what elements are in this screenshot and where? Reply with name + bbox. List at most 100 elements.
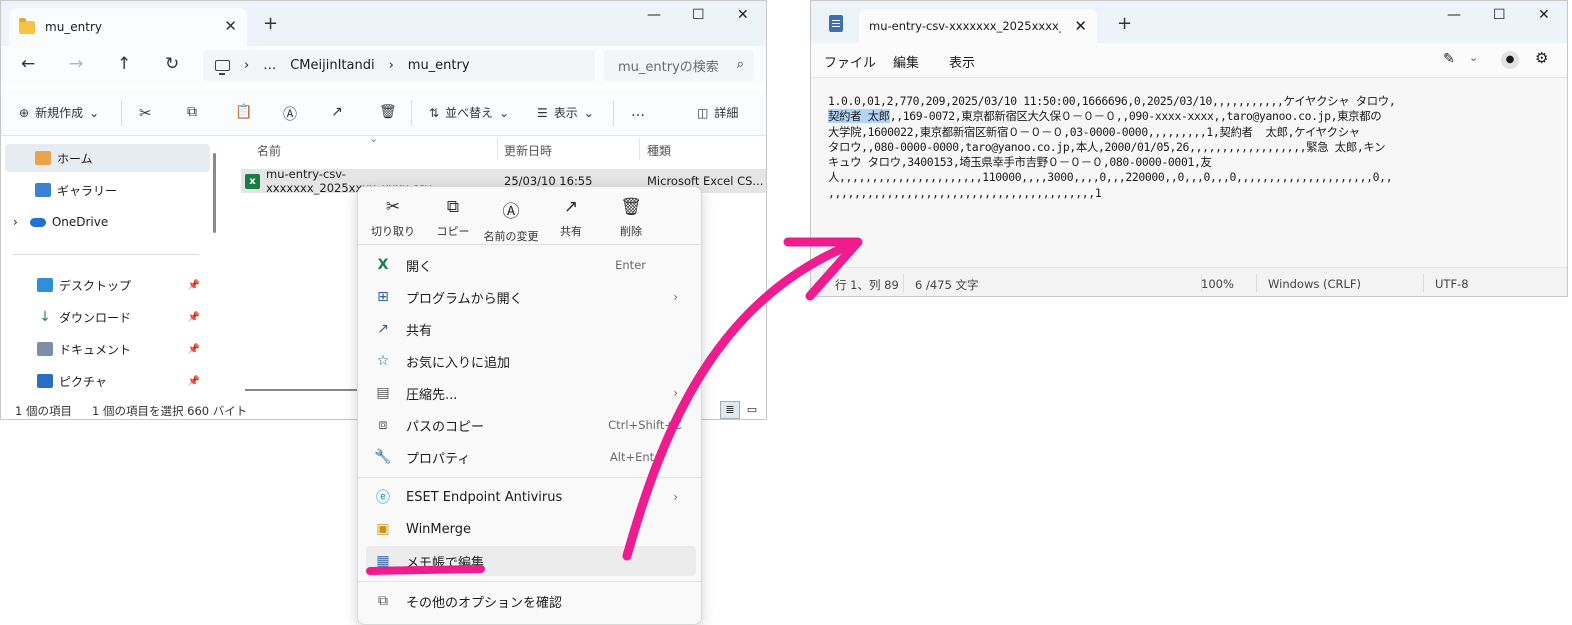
explorer-tab-title: mu_entry xyxy=(45,20,103,34)
menu-item-compress[interactable]: ▤ 圧縮先... › xyxy=(366,378,696,408)
search-icon: ⌕ xyxy=(736,57,744,72)
pin-icon: 📌 xyxy=(187,375,200,387)
chevron-right-icon: › xyxy=(673,290,678,304)
encoding[interactable]: UTF-8 xyxy=(1435,277,1469,291)
delete-icon: 🗑 xyxy=(620,197,642,217)
copilot-rewrite-icon[interactable]: ✎ xyxy=(1443,51,1455,67)
sidebar-scrollbar[interactable] xyxy=(213,153,216,233)
sidebar-item-downloads[interactable]: ↓ ダウンロード 📌 xyxy=(1,303,206,331)
chevron-down-icon: ⌄ xyxy=(89,105,100,120)
refresh-button[interactable]: ↻ xyxy=(165,54,179,74)
sidebar-item-onedrive[interactable]: › OneDrive xyxy=(1,208,206,236)
close-window-button[interactable]: ✕ xyxy=(1538,7,1550,23)
menu-shortcut: Ctrl+Shift+C xyxy=(608,418,682,432)
view-button[interactable]: ☰ 表示 ⌄ xyxy=(537,104,594,121)
sort-icon: ⇅ xyxy=(429,105,440,120)
menu-item-winmerge[interactable]: ▣ WinMerge xyxy=(366,514,696,544)
breadcrumb-ellipsis[interactable]: … xyxy=(263,58,276,73)
menu-label: その他のオプションを確認 xyxy=(406,595,563,611)
address-box[interactable]: › … CMeijinItandi › mu_entry xyxy=(203,50,595,81)
menu-label: お気に入りに追加 xyxy=(406,355,511,371)
sidebar-item-gallery[interactable]: ギャラリー xyxy=(1,176,206,204)
search-box[interactable]: mu_entryの検索 ⌕ xyxy=(604,50,754,81)
notepad-tab-title: mu-entry-csv-xxxxxxx_2025xxxx_xx xyxy=(869,19,1061,33)
up-button[interactable]: ↑ xyxy=(117,54,131,74)
details-button[interactable]: ◫ 詳細 xyxy=(697,104,738,121)
cut-icon[interactable]: ✂ xyxy=(139,104,152,122)
share-icon[interactable]: ↗ xyxy=(331,104,343,120)
line-ending[interactable]: Windows (CRLF) xyxy=(1268,277,1361,291)
breadcrumb-cmeijinitandi[interactable]: CMeijinItandi xyxy=(290,58,374,73)
gallery-icon xyxy=(35,183,51,197)
breadcrumb-mu-entry[interactable]: mu_entry xyxy=(408,58,470,73)
menu-label: 圧縮先... xyxy=(406,387,458,403)
sidebar-item-desktop[interactable]: デスクトップ 📌 xyxy=(1,271,206,299)
close-window-button[interactable]: ✕ xyxy=(737,7,749,23)
rename-icon[interactable]: Ⓐ xyxy=(283,104,297,124)
notepad-tab[interactable]: mu-entry-csv-xxxxxxx_2025xxxx_xx ✕ xyxy=(859,9,1097,43)
menu-item-copy-path[interactable]: ⧈ パスのコピー Ctrl+Shift+C xyxy=(366,410,696,440)
menu-item-open[interactable]: X 開く Enter xyxy=(366,250,696,280)
context-menu: ✂ 切り取り ⧉ コピー Ⓐ 名前の変更 ↗ 共有 🗑 削除 X 開く Enter ⊞ プ… xyxy=(357,186,702,625)
quick-delete-button[interactable]: 🗑 削除 xyxy=(596,197,666,239)
gear-icon[interactable]: ⚙ xyxy=(1535,49,1548,67)
close-tab-icon[interactable]: ✕ xyxy=(224,17,237,35)
column-header-modified[interactable]: 更新日時 xyxy=(504,142,552,159)
minimize-button[interactable]: — xyxy=(1447,7,1461,23)
notepad-text-area[interactable]: 1.0.0,01,2,770,209,2025/03/10 11:50:00,1… xyxy=(811,77,1567,266)
sidebar-label: デスクトップ xyxy=(59,278,132,293)
sidebar-item-home[interactable]: ホーム xyxy=(5,144,210,172)
notepad-window: mu-entry-csv-xxxxxxx_2025xxxx_xx ✕ + — ☐… xyxy=(810,0,1568,297)
explorer-tab[interactable]: mu_entry ✕ xyxy=(9,8,247,46)
new-tab-button[interactable]: + xyxy=(1117,13,1132,34)
close-tab-icon[interactable]: ✕ xyxy=(1074,17,1087,35)
menu-item-more-options[interactable]: ⧉ その他のオプションを確認 xyxy=(366,586,696,616)
new-button[interactable]: ⊕ 新規作成 ⌄ xyxy=(19,104,99,121)
navigation-pane: ホーム ギャラリー › OneDrive デスクトップ 📌 ↓ ダウンロード 📌 xyxy=(1,136,213,398)
quick-label: 共有 xyxy=(560,225,582,238)
column-header-name[interactable]: 名前 xyxy=(257,142,281,159)
copy-icon[interactable]: ⧉ xyxy=(187,104,197,120)
chevron-down-icon: ⌄ xyxy=(583,105,594,120)
pin-icon: 📌 xyxy=(187,311,200,323)
menu-item-open-with[interactable]: ⊞ プログラムから開く › xyxy=(366,282,696,312)
delete-icon[interactable]: 🗑 xyxy=(379,104,397,120)
menu-item-share[interactable]: ↗ 共有 xyxy=(366,314,696,344)
maximize-button[interactable]: ☐ xyxy=(692,7,705,23)
menu-shortcut: Enter xyxy=(615,258,646,272)
chevron-down-icon[interactable]: ⌄ xyxy=(1469,51,1478,64)
quick-rename-button[interactable]: Ⓐ 名前の変更 xyxy=(477,197,545,244)
account-icon[interactable]: ● xyxy=(1501,51,1519,69)
sort-arrow-icon: ⌄ xyxy=(369,132,379,145)
menu-label: プロパティ xyxy=(406,451,471,467)
menu-item-add-favorite[interactable]: ☆ お気に入りに追加 xyxy=(366,346,696,376)
item-count: 1 個の項目 xyxy=(15,404,72,418)
menu-item-edit-in-notepad[interactable]: ▦ メモ帳で編集 xyxy=(366,546,696,576)
sidebar-label: ピクチャ xyxy=(59,374,107,389)
menu-item-properties[interactable]: 🔧 プロパティ Alt+Enter xyxy=(366,442,696,472)
forward-button[interactable]: → xyxy=(69,54,83,74)
menu-view[interactable]: 表示 xyxy=(949,52,975,71)
details-view-icon[interactable]: ≣ xyxy=(720,401,740,419)
menu-edit[interactable]: 編集 xyxy=(893,52,919,71)
text-line: 1.0.0,01,2,770,209,2025/03/10 11:50:00,1… xyxy=(828,94,1396,108)
paste-icon[interactable]: 📋 xyxy=(235,104,252,120)
maximize-button[interactable]: ☐ xyxy=(1493,7,1506,23)
excel-icon: X xyxy=(377,257,389,273)
star-icon: ☆ xyxy=(376,353,390,369)
command-bar: ⊕ 新規作成 ⌄ ✂ ⧉ 📋 Ⓐ ↗ 🗑 ⇅ 並べ替え ⌄ ☰ 表示 ⌄ … ◫ 詳細 xyxy=(1,90,766,136)
zoom-level[interactable]: 100% xyxy=(1201,277,1234,291)
new-tab-button[interactable]: + xyxy=(263,13,278,34)
back-button[interactable]: ← xyxy=(21,54,35,74)
minimize-button[interactable]: — xyxy=(647,7,661,23)
more-button[interactable]: … xyxy=(631,104,645,120)
column-header-type[interactable]: 種類 xyxy=(647,142,671,159)
sidebar-item-pictures[interactable]: ピクチャ 📌 xyxy=(1,367,206,395)
sort-button[interactable]: ⇅ 並べ替え ⌄ xyxy=(429,104,509,121)
menu-item-eset[interactable]: ⓔ ESET Endpoint Antivirus › xyxy=(366,482,696,512)
menu-file[interactable]: ファイル xyxy=(824,52,876,71)
tiles-view-icon[interactable]: ▭ xyxy=(742,401,762,419)
notepad-menu-bar: ファイル 編集 表示 ✎ ⌄ ● ⚙ xyxy=(811,43,1567,77)
menu-divider xyxy=(358,244,701,245)
sidebar-item-documents[interactable]: ドキュメント 📌 xyxy=(1,335,206,363)
